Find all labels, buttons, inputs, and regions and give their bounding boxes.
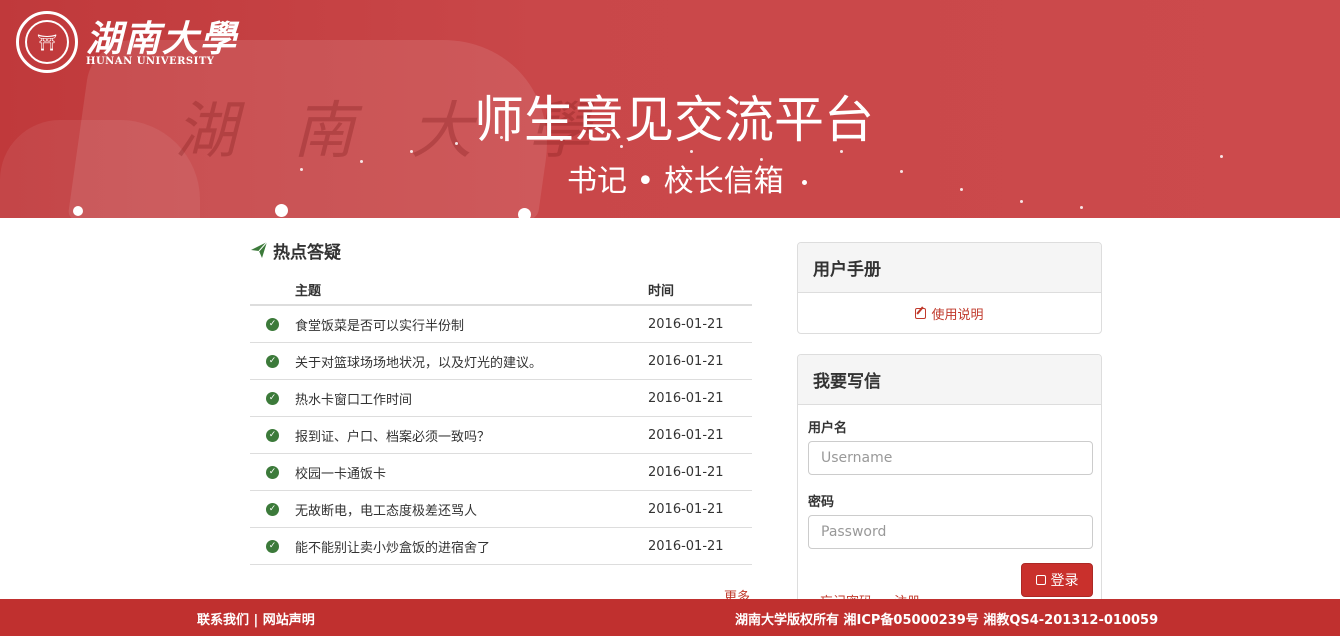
login-button[interactable]: 登录 <box>1021 563 1093 597</box>
table-header-topic: 主题 <box>295 274 648 306</box>
usage-instructions-label[interactable]: 使用说明 <box>931 304 983 323</box>
login-button-label: 登录 <box>1050 573 1079 589</box>
decor-sparkle <box>300 168 303 171</box>
password-label: 密码 <box>808 495 835 510</box>
decor-sparkle <box>840 150 843 153</box>
logo-english-name[interactable]: HUNAN UNIVERSITY <box>86 56 214 67</box>
decor-sparkle <box>620 145 623 148</box>
decor-dot <box>73 206 83 216</box>
check-circle-icon: ✓ <box>266 502 279 516</box>
decor-sparkle <box>410 150 413 153</box>
question-date: 2016-01-21 <box>648 527 752 565</box>
write-letter-panel: 我要写信 用户名 密码 登录 忘记密码 注册 <box>797 354 1102 614</box>
decor-sparkle <box>1080 206 1083 209</box>
footer-copyright: 湖南大学版权所有 湘ICP备05000239号 湘教QS4-201312-010… <box>735 613 1159 628</box>
question-date: 2016-01-21 <box>648 416 752 454</box>
question-topic-link[interactable]: 能不能别让卖小炒盒饭的进宿舍了 <box>295 527 648 565</box>
check-circle-icon: ✓ <box>266 428 279 442</box>
table-header-time: 时间 <box>648 274 752 306</box>
question-topic-link[interactable]: 校园一卡通饭卡 <box>295 453 648 491</box>
check-circle-icon: ✓ <box>266 317 279 331</box>
hot-questions-section: 热点答疑 主题 时间 ✓ 食堂饭菜是否可以实行半份制 2016-01-21 ✓ … <box>250 236 752 565</box>
table-header-status <box>250 274 295 306</box>
check-circle-icon: ✓ <box>266 539 279 553</box>
check-square-icon <box>1035 575 1046 585</box>
decor-sparkle <box>690 150 693 153</box>
table-row[interactable]: ✓ 关于对篮球场场地状况，以及灯光的建议。 2016-01-21 <box>250 342 752 380</box>
table-row[interactable]: ✓ 食堂饭菜是否可以实行半份制 2016-01-21 <box>250 305 752 343</box>
password-input[interactable] <box>808 515 1093 549</box>
edit-icon <box>915 307 927 319</box>
check-circle-icon: ✓ <box>266 354 279 368</box>
decor-sparkle <box>360 160 363 163</box>
question-topic-link[interactable]: 关于对篮球场场地状况，以及灯光的建议。 <box>295 342 648 380</box>
decor-sparkle <box>1220 155 1223 158</box>
decor-sparkle <box>960 188 963 191</box>
decor-dot <box>275 204 288 217</box>
logo-chinese-name[interactable]: 湖南大學 <box>86 10 238 62</box>
decor-sparkle <box>760 158 763 161</box>
footer: 联系我们 | 网站声明 湖南大学版权所有 湘ICP备05000239号 湘教QS… <box>0 599 1340 636</box>
decor-dot <box>518 208 531 218</box>
question-date: 2016-01-21 <box>648 342 752 380</box>
paper-plane-icon <box>251 241 268 258</box>
decor-sparkle <box>560 138 563 141</box>
question-date: 2016-01-21 <box>648 379 752 417</box>
hot-questions-heading: 热点答疑 <box>250 236 752 264</box>
usage-instructions-link[interactable]: 使用说明 <box>798 293 1101 333</box>
hot-questions-title: 热点答疑 <box>273 242 341 263</box>
user-manual-title: 用户手册 <box>798 243 1101 293</box>
table-row[interactable]: ✓ 报到证、户口、档案必须一致吗？ 2016-01-21 <box>250 416 752 454</box>
check-circle-icon: ✓ <box>266 465 279 479</box>
decor-sparkle <box>900 170 903 173</box>
decor-dot <box>802 180 807 185</box>
page-title: 师生意见交流平台 <box>474 91 874 149</box>
question-topic-link[interactable]: 食堂饭菜是否可以实行半份制 <box>295 305 648 343</box>
decor-sparkle <box>455 142 458 145</box>
question-date: 2016-01-21 <box>648 453 752 491</box>
header-banner: 湖 南 大 學 ⛩ 湖南大學 HUNAN UNIVERSITY 师生意见交流平台… <box>0 0 1340 218</box>
question-topic-link[interactable]: 报到证、户口、档案必须一致吗？ <box>295 416 648 454</box>
username-label: 用户名 <box>808 421 848 436</box>
question-topic-link[interactable]: 热水卡窗口工作时间 <box>295 379 648 417</box>
decor-sparkle <box>500 136 503 139</box>
page-subtitle: 书记 • 校长信箱 <box>567 164 784 199</box>
table-row[interactable]: ✓ 能不能别让卖小炒盒饭的进宿舍了 2016-01-21 <box>250 527 752 565</box>
check-circle-icon: ✓ <box>266 391 279 405</box>
table-row[interactable]: ✓ 热水卡窗口工作时间 2016-01-21 <box>250 379 752 417</box>
username-input[interactable] <box>808 441 1093 475</box>
question-date: 2016-01-21 <box>648 305 752 343</box>
question-topic-link[interactable]: 无故断电，电工态度极差还骂人 <box>295 490 648 528</box>
table-row[interactable]: ✓ 校园一卡通饭卡 2016-01-21 <box>250 453 752 491</box>
table-header-row: 主题 时间 <box>250 274 752 306</box>
write-letter-title: 我要写信 <box>798 355 1101 405</box>
question-date: 2016-01-21 <box>648 490 752 528</box>
footer-links[interactable]: 联系我们 | 网站声明 <box>197 609 315 628</box>
table-row[interactable]: ✓ 无故断电，电工态度极差还骂人 2016-01-21 <box>250 490 752 528</box>
university-seal-icon[interactable]: ⛩ <box>16 11 78 73</box>
decor-sparkle <box>1020 200 1023 203</box>
hot-questions-table: 主题 时间 ✓ 食堂饭菜是否可以实行半份制 2016-01-21 ✓ 关于对篮球… <box>250 274 752 565</box>
user-manual-panel: 用户手册 使用说明 <box>797 242 1102 334</box>
